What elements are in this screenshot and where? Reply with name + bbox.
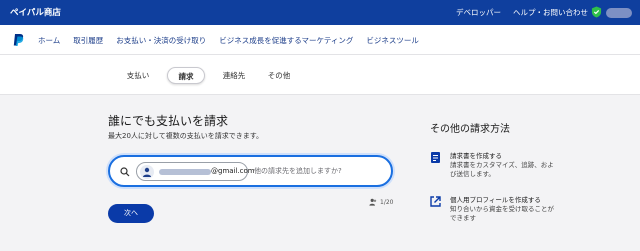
brand-name: ペイパル商店 [10, 8, 61, 18]
recipient-chip[interactable]: @gmail.com [136, 162, 255, 181]
nav-transactions[interactable]: 取引履歴 [73, 35, 103, 46]
shield-icon[interactable] [591, 6, 602, 18]
tab-contacts[interactable]: 連絡先 [214, 67, 254, 84]
top-links: デベロッパー ヘルプ・お問い合わせ [456, 7, 588, 18]
search-icon [120, 167, 130, 177]
developer-link[interactable]: デベロッパー [456, 7, 501, 18]
page-title: 誰にでも支払いを請求 [108, 114, 229, 128]
page-subtitle: 最大20人に対して複数の支払いを請求できます。 [108, 132, 263, 140]
recipient-counter: 1/20 [369, 198, 393, 206]
create-profile-title[interactable]: 個人用プロフィールを作成する [450, 196, 560, 205]
recipient-input[interactable]: @gmail.com 他の請求先を追加しますか? [108, 155, 393, 187]
redacted-email-user [159, 169, 211, 175]
tab-request[interactable]: 請求 [167, 67, 205, 84]
help-link[interactable]: ヘルプ・お問い合わせ [513, 7, 588, 18]
nav-marketing[interactable]: ビジネス成長を促進するマーケティング [219, 35, 353, 46]
tab-pay[interactable]: 支払い [120, 67, 156, 84]
sub-tabs: 支払い 請求 連絡先 その他 [0, 55, 640, 95]
create-invoice-desc: 請求書をカスタマイズ、追跡、および送信します。 [450, 161, 554, 178]
account-avatar[interactable] [606, 8, 632, 18]
external-link-icon [430, 196, 441, 207]
top-bar: ペイパル商店 デベロッパー ヘルプ・お問い合わせ [0, 0, 640, 25]
person-icon [140, 165, 154, 179]
recipient-count: 1/20 [380, 198, 394, 206]
create-invoice-title[interactable]: 請求書を作成する [450, 152, 560, 161]
tab-more[interactable]: その他 [261, 67, 297, 84]
other-methods-title: その他の請求方法 [430, 124, 510, 135]
nav-business-tools[interactable]: ビジネスツール [366, 35, 419, 46]
next-button[interactable]: 次へ [108, 204, 154, 223]
people-icon [369, 198, 377, 206]
nav-payments[interactable]: お支払い・決済の受け取り [116, 35, 206, 46]
add-recipient-placeholder: 他の請求先を追加しますか? [254, 167, 342, 175]
paypal-logo-icon[interactable] [12, 33, 25, 47]
nav-home[interactable]: ホーム [38, 35, 60, 46]
main-nav: ホーム 取引履歴 お支払い・決済の受け取り ビジネス成長を促進するマーケティング… [0, 25, 640, 55]
create-profile-desc: 知り合いから資金を受け取ることができます [450, 205, 554, 222]
invoice-icon [431, 152, 440, 163]
recipient-email-domain: @gmail.com [211, 167, 255, 175]
main-nav-items: ホーム 取引履歴 お支払い・決済の受け取り ビジネス成長を促進するマーケティング… [38, 35, 419, 46]
